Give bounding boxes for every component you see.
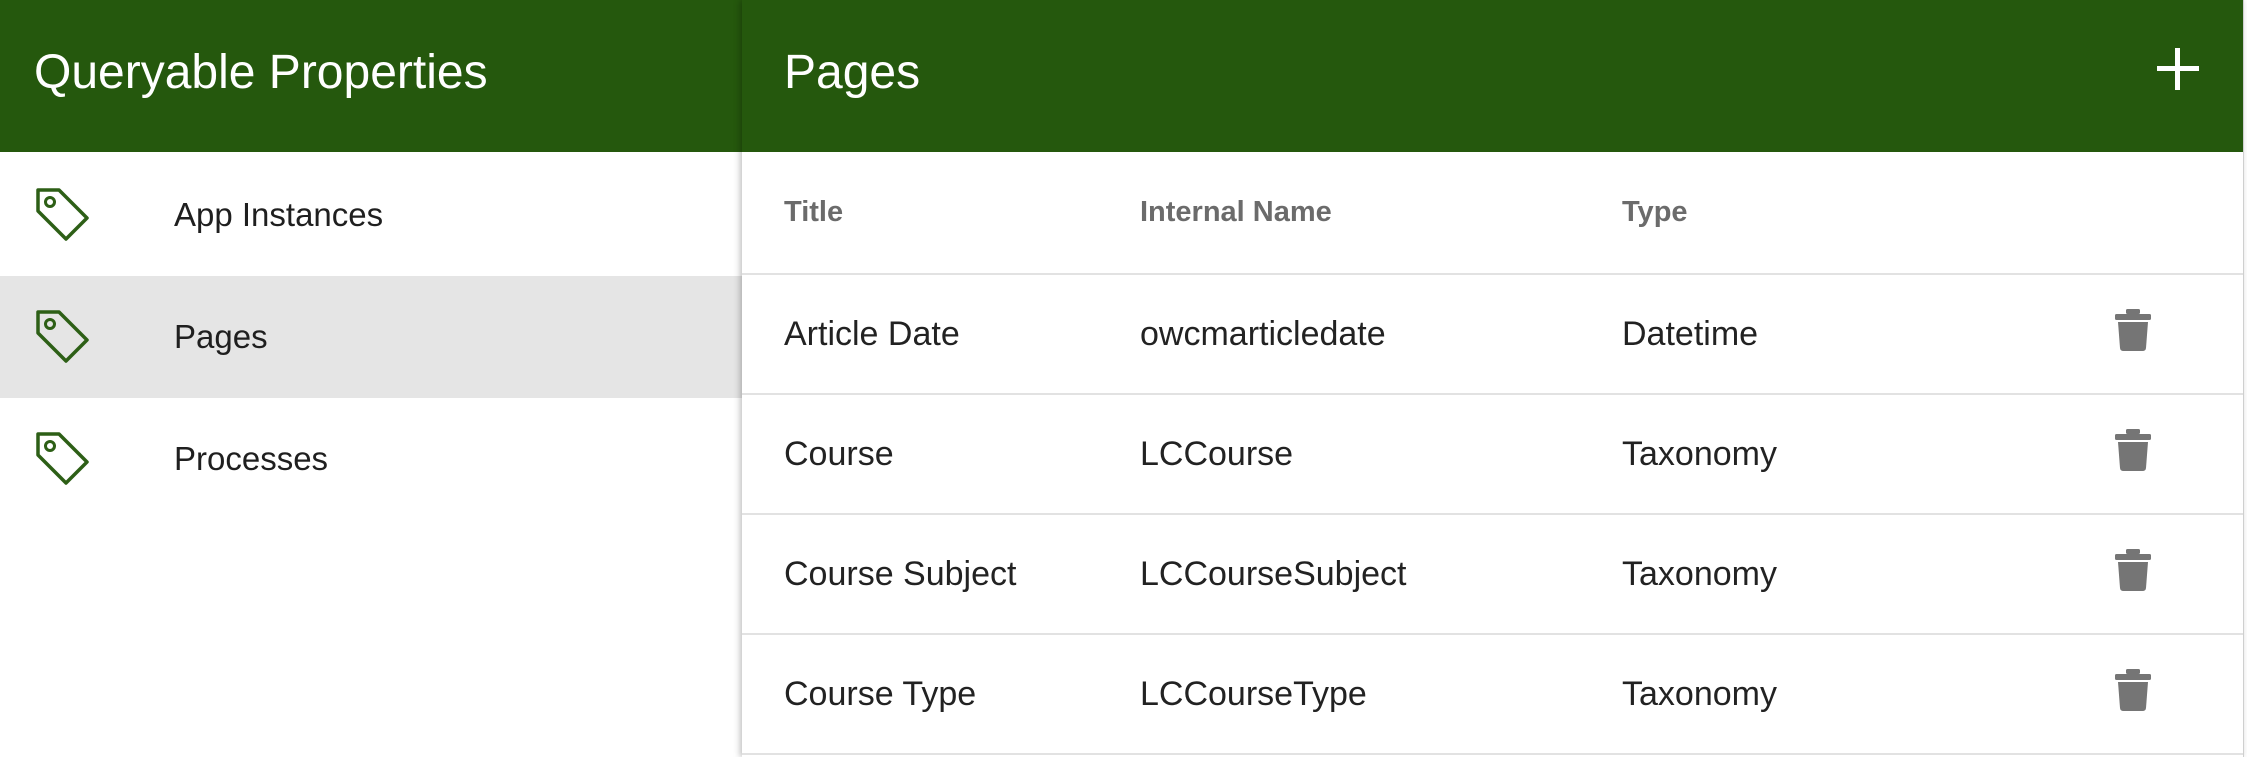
column-header-title[interactable]: Title: [742, 152, 1140, 275]
cell-internal-name: owcmarticledate: [1140, 274, 1622, 395]
sidebar-title: Queryable Properties: [34, 45, 488, 99]
main-header: Pages: [742, 0, 2243, 152]
cell-type: Datetime: [1622, 274, 2022, 395]
cell-type: Taxonomy: [1622, 514, 2022, 635]
cell-type: Taxonomy: [1622, 394, 2022, 515]
tag-icon: [30, 426, 96, 492]
cell-internal-name: LCCourseSubject: [1140, 514, 1622, 635]
sidebar-item-processes[interactable]: Processes: [0, 398, 742, 520]
tag-icon: [30, 304, 96, 370]
table-row[interactable]: Course LCCourse Taxonomy: [742, 394, 2243, 515]
sidebar-item-pages[interactable]: Pages: [0, 276, 742, 398]
cell-internal-name: LCCourseType: [1140, 634, 1622, 755]
column-header-actions: [2022, 152, 2243, 275]
sidebar-header: Queryable Properties: [0, 0, 742, 152]
trash-icon[interactable]: [2113, 428, 2153, 472]
sidebar-item-app-instances[interactable]: App Instances: [0, 154, 742, 276]
sidebar-item-label: Processes: [174, 440, 329, 477]
table-row[interactable]: Article Date owcmarticledate Datetime: [742, 274, 2243, 395]
cell-type: Taxonomy: [1622, 634, 2022, 755]
column-header-type[interactable]: Type: [1622, 152, 2022, 275]
cell-title: Course Subject: [742, 514, 1140, 635]
cell-actions: [2022, 514, 2243, 635]
sidebar: Queryable Properties App Instances Pages…: [0, 0, 742, 757]
cell-title: Course Type: [742, 634, 1140, 755]
trash-icon[interactable]: [2113, 668, 2153, 712]
cell-title: Article Date: [742, 274, 1140, 395]
app-window: Queryable Properties App Instances Pages…: [0, 0, 2247, 757]
table-header-row: Title Internal Name Type: [742, 152, 2243, 275]
tag-icon: [30, 182, 96, 248]
add-property-button[interactable]: [2153, 44, 2203, 94]
table-row[interactable]: Course Subject LCCourseSubject Taxonomy: [742, 514, 2243, 635]
page-title: Pages: [784, 45, 921, 99]
properties-table: Title Internal Name Type Article Date ow…: [742, 152, 2243, 755]
main-panel: Pages Title Internal Name Type Article D…: [742, 0, 2244, 757]
cell-internal-name: LCCourse: [1140, 394, 1622, 515]
sidebar-item-label: Pages: [174, 318, 268, 355]
sidebar-item-label: App Instances: [174, 196, 384, 233]
trash-icon[interactable]: [2113, 308, 2153, 352]
cell-actions: [2022, 394, 2243, 515]
table-row[interactable]: Course Type LCCourseType Taxonomy: [742, 634, 2243, 755]
cell-actions: [2022, 274, 2243, 395]
cell-title: Course: [742, 394, 1140, 515]
sidebar-nav: App Instances Pages Processes: [0, 154, 742, 520]
column-header-internal-name[interactable]: Internal Name: [1140, 152, 1622, 275]
cell-actions: [2022, 634, 2243, 755]
trash-icon[interactable]: [2113, 548, 2153, 592]
